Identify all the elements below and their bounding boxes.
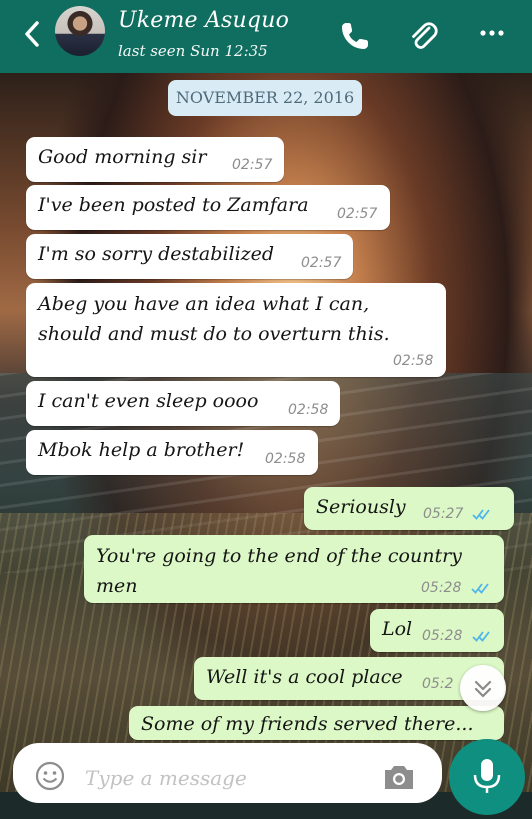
message-bubble-outgoing[interactable]: You're going to the end of the country m…: [84, 535, 504, 603]
last-seen-status: last seen Sun 12:35: [118, 42, 268, 60]
chat-header: Ukeme Asuquo last seen Sun 12:35: [0, 0, 532, 73]
message-bubble-incoming[interactable]: Mbok help a brother! 02:58: [26, 430, 318, 475]
message-bubble-incoming[interactable]: I'm so sorry destabilized 02:57: [26, 234, 353, 279]
back-arrow-icon[interactable]: [18, 17, 48, 51]
message-time: 02:57: [301, 255, 342, 271]
message-bubble-incoming[interactable]: I can't even sleep oooo 02:58: [26, 381, 340, 426]
message-line: men: [96, 575, 138, 597]
message-bubble-outgoing[interactable]: Well it's a cool place 05:2: [194, 657, 504, 700]
message-bubble-incoming[interactable]: I've been posted to Zamfara 02:57: [26, 185, 390, 230]
message-text: I can't even sleep oooo: [38, 390, 259, 412]
read-ticks-icon: [472, 509, 490, 520]
message-line: You're going to the end of the country: [96, 545, 462, 567]
message-bubble-incoming[interactable]: Abeg you have an idea what I can, should…: [26, 283, 446, 377]
message-time: 05:2: [422, 676, 454, 692]
message-time: 02:58: [393, 353, 434, 369]
more-vert-icon[interactable]: [474, 18, 510, 54]
scroll-down-button[interactable]: [460, 665, 506, 711]
message-time: 02:57: [232, 157, 273, 173]
paperclip-icon[interactable]: [405, 18, 441, 54]
message-input[interactable]: Type a message: [85, 766, 247, 790]
message-time: 05:28: [422, 628, 463, 644]
message-time: 05:28: [421, 580, 462, 596]
scroll-down-icon: [474, 680, 492, 698]
contact-name[interactable]: Ukeme Asuquo: [118, 8, 289, 33]
message-time: 02:58: [265, 451, 306, 467]
message-time: 05:27: [423, 506, 464, 522]
message-text: I've been posted to Zamfara: [38, 194, 309, 216]
emoji-icon[interactable]: [33, 759, 67, 793]
message-time: 02:58: [288, 402, 329, 418]
message-text: I'm so sorry destabilized: [38, 243, 275, 265]
message-bubble-outgoing[interactable]: Seriously 05:27: [304, 487, 514, 530]
message-line: Abeg you have an idea what I can,: [38, 293, 370, 315]
message-text: Mbok help a brother!: [38, 439, 245, 461]
mic-icon: [473, 759, 501, 793]
contact-avatar[interactable]: [55, 6, 105, 56]
message-input-bar[interactable]: Type a message: [13, 743, 442, 803]
message-time: 02:57: [337, 206, 378, 222]
message-text: Lol: [382, 618, 413, 640]
message-bubble-outgoing[interactable]: Some of my friends served there...: [129, 706, 504, 740]
message-text: Seriously: [316, 496, 406, 518]
message-text: Well it's a cool place: [206, 666, 403, 688]
date-separator: NOVEMBER 22, 2016: [168, 80, 362, 116]
mic-button[interactable]: [449, 739, 525, 815]
read-ticks-icon: [472, 631, 490, 642]
camera-icon[interactable]: [381, 761, 417, 793]
message-text: Some of my friends served there...: [141, 713, 474, 735]
message-text: You're going to the end of the country m…: [96, 541, 462, 601]
phone-icon[interactable]: [337, 18, 373, 54]
message-bubble-outgoing[interactable]: Lol 05:28: [370, 609, 504, 652]
message-text: Abeg you have an idea what I can, should…: [38, 289, 390, 349]
read-ticks-icon: [471, 583, 489, 594]
message-bubble-incoming[interactable]: Good morning sir 02:57: [26, 137, 284, 182]
message-text: Good morning sir: [38, 146, 207, 168]
message-line: should and must do to overturn this.: [38, 323, 390, 345]
